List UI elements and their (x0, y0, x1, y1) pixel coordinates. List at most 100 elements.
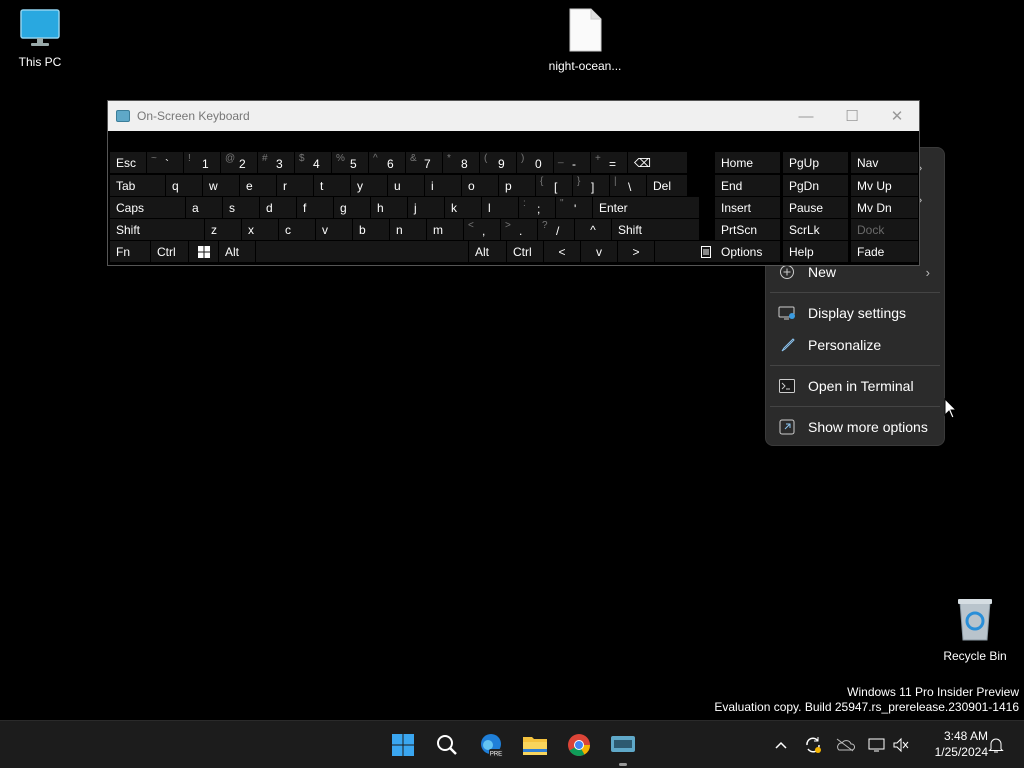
key-symbol[interactable]: > (618, 241, 654, 262)
taskbar-file-explorer-button[interactable] (519, 729, 551, 761)
key-i[interactable]: i (425, 175, 461, 196)
key-r[interactable]: r (277, 175, 313, 196)
onedrive-tray-button[interactable] (833, 733, 857, 757)
key-f[interactable]: f (297, 197, 333, 218)
menu-item-open-in-terminal[interactable]: Open in Terminal (766, 371, 944, 401)
key-v[interactable]: v (316, 219, 352, 240)
close-button[interactable]: ✕ (874, 101, 920, 131)
taskbar-clock[interactable]: 3:48 AM 1/25/2024 (918, 728, 988, 760)
key-b[interactable]: b (353, 219, 389, 240)
key-symbol[interactable]: | \ (610, 175, 646, 196)
key-0[interactable]: ) 0 (517, 152, 553, 173)
key-q[interactable]: q (166, 175, 202, 196)
key-8[interactable]: * 8 (443, 152, 479, 173)
key-shift[interactable]: Shift (612, 219, 699, 240)
key-nav[interactable]: Nav (851, 152, 918, 173)
key-shift[interactable]: Shift (110, 219, 204, 240)
key-4[interactable]: $4 (295, 152, 331, 173)
notifications-button[interactable] (984, 733, 1008, 757)
key-tab[interactable]: Tab (110, 175, 165, 196)
menu-item-show-more-options[interactable]: Show more options (766, 412, 944, 442)
minimize-button[interactable]: — (783, 101, 829, 131)
key-k[interactable]: k (445, 197, 481, 218)
menu-item-personalize[interactable]: Personalize (766, 330, 944, 360)
key-1[interactable]: ! 1 (184, 152, 220, 173)
key-del[interactable]: Del (647, 175, 687, 196)
key-mv-up[interactable]: Mv Up (851, 175, 918, 196)
key-space[interactable] (256, 241, 468, 262)
show-hidden-icons-button[interactable] (769, 733, 793, 757)
key-pgdn[interactable]: PgDn (783, 175, 848, 196)
key-y[interactable]: y (351, 175, 387, 196)
taskbar-osk-button[interactable] (607, 729, 639, 761)
key-d[interactable]: d (260, 197, 296, 218)
sync-tray-button[interactable] (801, 733, 825, 757)
display-tray-button[interactable] (865, 733, 889, 757)
key-o[interactable]: o (462, 175, 498, 196)
key-6[interactable]: ^ 6 (369, 152, 405, 173)
key-symbol[interactable]: ~ ` (147, 152, 183, 173)
key-alt[interactable]: Alt (469, 241, 506, 262)
key-g[interactable]: g (334, 197, 370, 218)
key-symbol[interactable]: <, (464, 219, 500, 240)
key-caps[interactable]: Caps (110, 197, 185, 218)
key-dock[interactable]: Dock (851, 219, 918, 240)
taskbar-chrome-button[interactable] (563, 729, 595, 761)
key-mv-dn[interactable]: Mv Dn (851, 197, 918, 218)
key-s[interactable]: s (223, 197, 259, 218)
taskbar-search-button[interactable] (431, 729, 463, 761)
key-fn[interactable]: Fn (110, 241, 150, 262)
key-help[interactable]: Help (783, 241, 848, 262)
key-fade[interactable]: Fade (851, 241, 918, 262)
key-symbol[interactable]: ^ (575, 219, 611, 240)
key-symbol[interactable]: >. (501, 219, 537, 240)
key-u[interactable]: u (388, 175, 424, 196)
key-symbol[interactable]: < (544, 241, 580, 262)
key-t[interactable]: t (314, 175, 350, 196)
key-symbol[interactable]: ⌫ (628, 152, 687, 173)
key-c[interactable]: c (279, 219, 315, 240)
key-symbol[interactable]: _ - (554, 152, 590, 173)
key-h[interactable]: h (371, 197, 407, 218)
key-options[interactable]: Options (715, 241, 780, 262)
key-scrlk[interactable]: ScrLk (783, 219, 848, 240)
key-insert[interactable]: Insert (715, 197, 780, 218)
key-end[interactable]: End (715, 175, 780, 196)
key-pause[interactable]: Pause (783, 197, 848, 218)
osk-title-bar[interactable]: On-Screen Keyboard — ☐ ✕ (108, 101, 919, 131)
key-m[interactable]: m (427, 219, 463, 240)
key-v[interactable]: v (581, 241, 617, 262)
key-j[interactable]: j (408, 197, 444, 218)
desktop-icon-night-ocean-file[interactable]: night-ocean... (545, 8, 625, 73)
key-symbol[interactable]: " ' (556, 197, 592, 218)
key-prtscn[interactable]: PrtScn (715, 219, 780, 240)
key-home[interactable]: Home (715, 152, 780, 173)
key-n[interactable]: n (390, 219, 426, 240)
key-windows[interactable] (189, 241, 218, 262)
start-button[interactable] (387, 729, 419, 761)
key-enter[interactable]: Enter (593, 197, 699, 218)
key-w[interactable]: w (203, 175, 239, 196)
key-pgup[interactable]: PgUp (783, 152, 848, 173)
key-p[interactable]: p (499, 175, 535, 196)
desktop-icon-this-pc[interactable]: This PC (0, 8, 80, 69)
key-symbol[interactable]: + = (591, 152, 627, 173)
key-symbol[interactable]: {[ (536, 175, 572, 196)
key-symbol[interactable]: :; (519, 197, 555, 218)
key-l[interactable]: l (482, 197, 518, 218)
key-symbol[interactable]: }] (573, 175, 609, 196)
key-x[interactable]: x (242, 219, 278, 240)
key-9[interactable]: (9 (480, 152, 516, 173)
key-symbol[interactable]: ? / (538, 219, 574, 240)
key-alt[interactable]: Alt (219, 241, 255, 262)
taskbar-edge-button[interactable]: PRE (475, 729, 507, 761)
key-ctrl[interactable]: Ctrl (151, 241, 188, 262)
volume-tray-button[interactable] (889, 733, 913, 757)
desktop-icon-recycle-bin[interactable]: Recycle Bin (935, 596, 1015, 663)
key-e[interactable]: e (240, 175, 276, 196)
menu-item-display-settings[interactable]: Display settings (766, 298, 944, 328)
key-a[interactable]: a (186, 197, 222, 218)
key-3[interactable]: #3 (258, 152, 294, 173)
key-z[interactable]: z (205, 219, 241, 240)
maximize-button[interactable]: ☐ (829, 101, 875, 131)
